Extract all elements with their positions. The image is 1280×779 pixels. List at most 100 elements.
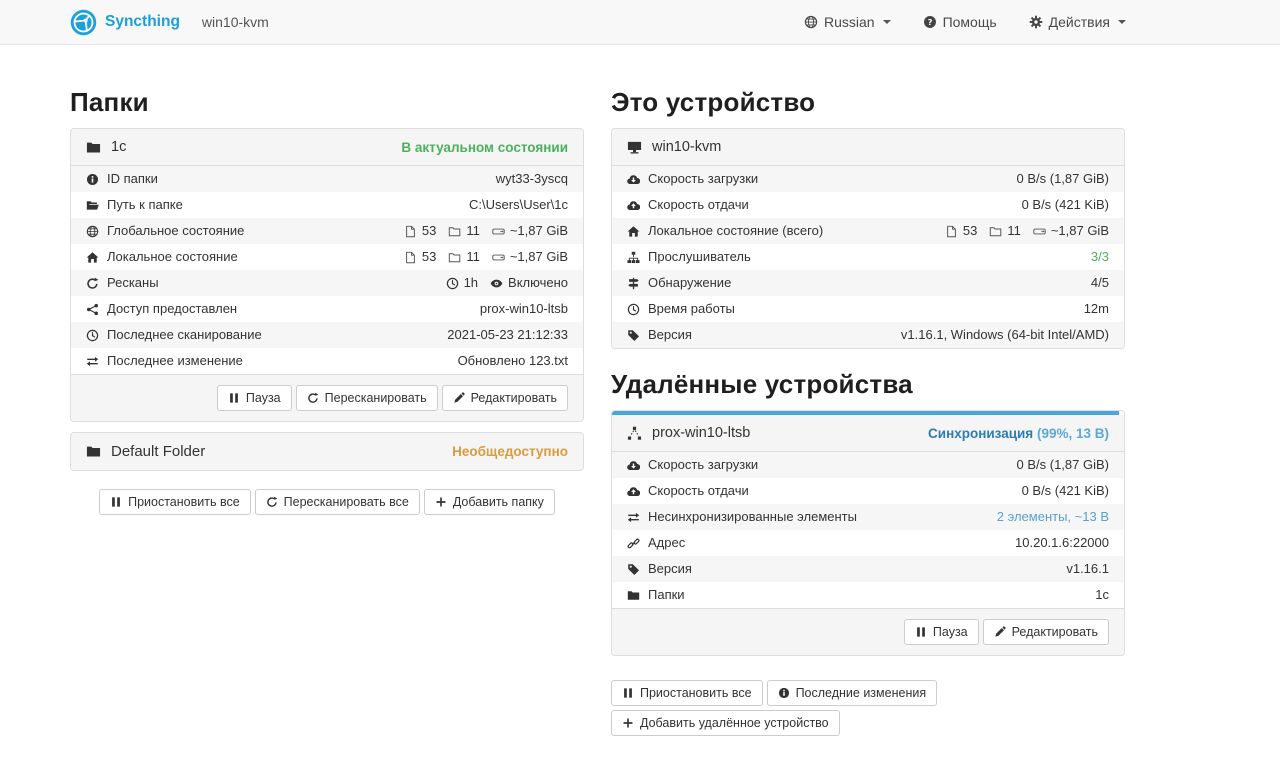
this-device-heading: Это устройство: [611, 87, 1125, 118]
this-device-header[interactable]: win10-kvm: [612, 129, 1124, 166]
folders-heading: Папки: [70, 87, 584, 118]
row-shared-with: Доступ предоставлен prox-win10-ltsb: [71, 296, 583, 322]
network-icon: [627, 426, 642, 441]
row-version: Версия v1.16.1: [612, 556, 1124, 582]
row-label: Скорость загрузки: [648, 456, 758, 474]
folder-header-default[interactable]: Default Folder Необщедоступно: [71, 433, 583, 470]
home-icon: [86, 251, 99, 264]
map-signs-icon: [627, 277, 640, 290]
device-status-badge: Синхронизация (99%, 13 B): [928, 426, 1109, 441]
caret-down-icon: [1118, 20, 1126, 24]
out-of-sync-link[interactable]: 2 элементы, ~13 B: [997, 508, 1109, 526]
row-value: v1.16.1: [1066, 560, 1109, 578]
language-dropdown[interactable]: Russian: [804, 14, 891, 30]
row-value: 4/5: [1091, 274, 1109, 292]
edit-folder-button[interactable]: Редактировать: [442, 385, 568, 411]
sitemap-icon: [627, 251, 640, 264]
row-label: Папки: [648, 586, 685, 604]
row-value: prox-win10-ltsb: [480, 300, 568, 318]
desktop-icon: [627, 140, 642, 155]
row-global-state: Глобальное состояние 53 11 ~1,87 GiB: [71, 218, 583, 244]
rescan-interval: 1h: [464, 274, 478, 292]
folder-status-badge: В актуальном состоянии: [401, 140, 568, 155]
pencil-icon: [453, 392, 465, 404]
row-label: Локальное состояние (всего): [648, 222, 823, 240]
exchange-icon: [86, 355, 99, 368]
row-label: Последнее сканирование: [107, 326, 262, 344]
row-label: Ресканы: [107, 274, 159, 292]
rescan-folder-button[interactable]: Пересканировать: [296, 385, 438, 411]
folder-name: Default Folder: [111, 443, 205, 460]
row-label: Скорость загрузки: [648, 170, 758, 188]
row-label: Несинхронизированные элементы: [648, 508, 857, 526]
gear-icon: [1029, 15, 1043, 29]
clock-icon: [446, 277, 459, 290]
help-label: Помощь: [943, 14, 997, 30]
eye-icon: [490, 277, 503, 290]
clock-icon: [627, 303, 640, 316]
pause-all-folders-button[interactable]: Приостановить все: [99, 489, 251, 515]
row-uptime: Время работы 12m: [612, 296, 1124, 322]
actions-label: Действия: [1049, 14, 1110, 30]
folder-name: 1c: [111, 139, 126, 155]
row-value: 0 B/s (1,87 GiB): [1017, 170, 1109, 188]
link-icon: [627, 537, 640, 550]
watcher-state: Включено: [508, 274, 568, 292]
edit-device-button[interactable]: Редактировать: [983, 619, 1109, 645]
remote-device-panel: prox-win10-ltsb Синхронизация (99%, 13 B…: [611, 410, 1125, 656]
row-last-change: Последнее изменение Обновлено 123.txt: [71, 348, 583, 374]
row-download-rate: Скорость загрузки 0 B/s (1,87 GiB): [612, 452, 1124, 478]
hdd-icon: [492, 251, 505, 264]
plus-icon: [435, 496, 447, 508]
refresh-icon: [86, 277, 99, 290]
pause-icon: [622, 687, 634, 699]
files-count: 53: [963, 222, 977, 240]
dirs-count: 11: [1007, 222, 1021, 240]
row-last-scan: Последнее сканирование 2021-05-23 21:12:…: [71, 322, 583, 348]
row-label: Скорость отдачи: [648, 196, 749, 214]
row-local-state-total: Локальное состояние (всего) 53 11 ~1,87 …: [612, 218, 1124, 244]
add-remote-device-button[interactable]: Добавить удалённое устройство: [611, 710, 840, 736]
files-count: 53: [422, 222, 436, 240]
row-listeners: Прослушиватель 3/3: [612, 244, 1124, 270]
folder-panel-1c: 1c В актуальном состоянии ID папки wyt33…: [70, 128, 584, 422]
folder-icon: [86, 444, 101, 459]
row-label: Путь к папке: [107, 196, 183, 214]
pause-device-button[interactable]: Пауза: [904, 619, 979, 645]
help-button[interactable]: Помощь: [923, 14, 997, 30]
tag-icon: [627, 563, 640, 576]
row-value: 2021-05-23 21:12:33: [447, 326, 568, 344]
rescan-all-button[interactable]: Пересканировать все: [255, 489, 420, 515]
row-value: 3/3: [1091, 248, 1109, 266]
recent-changes-button[interactable]: Последние изменения: [767, 680, 938, 706]
this-device-panel: win10-kvm Скорость загрузки 0 B/s (1,87 …: [611, 128, 1125, 349]
pause-folder-button[interactable]: Пауза: [217, 385, 292, 411]
size-value: ~1,87 GiB: [510, 248, 568, 266]
cloud-download-icon: [627, 459, 640, 472]
globe-icon: [804, 15, 818, 29]
remote-device-header[interactable]: prox-win10-ltsb Синхронизация (99%, 13 B…: [612, 415, 1124, 452]
cloud-upload-icon: [627, 485, 640, 498]
row-value: 1c: [1095, 586, 1109, 604]
this-device-details: Скорость загрузки 0 B/s (1,87 GiB) Скоро…: [612, 166, 1124, 348]
row-label: ID папки: [107, 170, 158, 188]
folder-header-1c[interactable]: 1c В актуальном состоянии: [71, 129, 583, 166]
add-folder-button[interactable]: Добавить папку: [424, 489, 555, 515]
folders-column: Папки 1c В актуальном состоянии ID папки…: [70, 87, 584, 736]
device-name: win10-kvm: [652, 139, 721, 155]
row-label: Скорость отдачи: [648, 482, 749, 500]
row-folder-id: ID папки wyt33-3yscq: [71, 166, 583, 192]
actions-dropdown[interactable]: Действия: [1029, 14, 1126, 30]
syncthing-brand[interactable]: Syncthing: [70, 9, 180, 36]
row-label: Последнее изменение: [107, 352, 243, 370]
file-icon: [945, 225, 958, 238]
pause-icon: [228, 392, 240, 404]
files-count: 53: [422, 248, 436, 266]
folder-outline-icon: [448, 225, 461, 238]
brand-name: Syncthing: [105, 13, 180, 31]
row-label: Версия: [648, 560, 692, 578]
pause-all-devices-button[interactable]: Приостановить все: [611, 680, 763, 706]
navbar: Syncthing win10-kvm Russian Помощь Дейст…: [0, 0, 1280, 45]
dirs-count: 11: [466, 248, 480, 266]
row-value: 10.20.1.6:22000: [1015, 534, 1109, 552]
